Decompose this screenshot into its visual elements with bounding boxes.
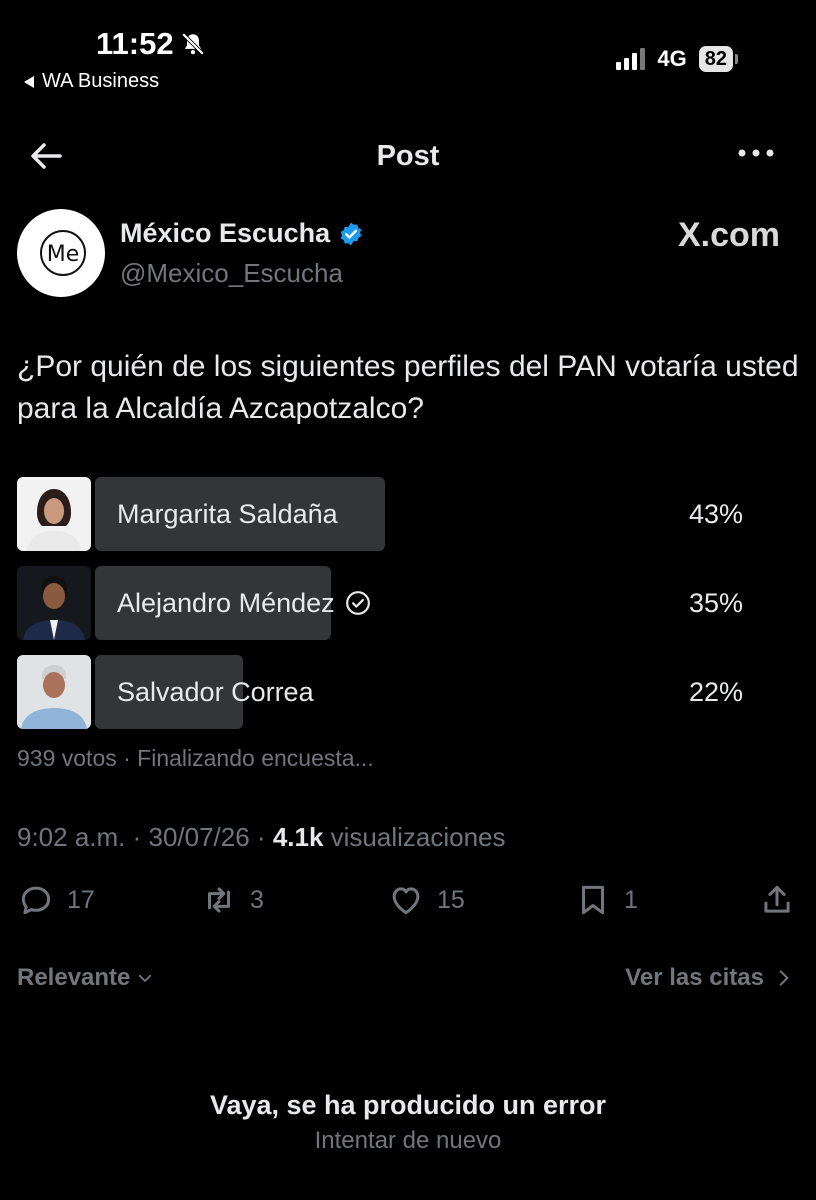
poll-option-percent: 22%	[688, 677, 743, 707]
reply-count: 17	[67, 885, 95, 914]
view-quotes-label: Ver las citas	[625, 964, 764, 991]
poll-option-label: Salvador Correa	[117, 677, 314, 707]
replies-sort-dropdown[interactable]: Relevante	[17, 964, 154, 992]
poll-option: Alejandro Méndez 35%	[17, 566, 747, 640]
back-to-app-link[interactable]: WA Business	[24, 70, 159, 93]
repost-count: 3	[250, 885, 264, 914]
repost-button[interactable]: 3	[200, 881, 264, 919]
poll-option-label: Margarita Saldaña	[117, 499, 338, 529]
author-handle[interactable]: @Mexico_Escucha	[120, 258, 343, 289]
back-app-label: WA Business	[42, 70, 160, 92]
share-icon	[764, 885, 790, 913]
avatar-logo-text: Me	[47, 242, 80, 267]
error-message: Vaya, se ha producido un error	[209, 1090, 607, 1120]
views-label: visualizaciones	[323, 822, 506, 852]
signal-icon	[616, 48, 646, 70]
poll-vote-count: 939 votos · Finalizando encuesta...	[17, 745, 374, 771]
bookmark-button[interactable]: 1	[574, 881, 638, 919]
bookmark-icon	[581, 885, 605, 915]
retry-button[interactable]: Intentar de nuevo	[0, 1127, 816, 1155]
chevron-right-icon	[779, 970, 789, 986]
repost-icon	[207, 887, 231, 913]
candidate-photo	[17, 477, 91, 551]
view-quotes-link[interactable]: Ver las citas	[625, 964, 792, 992]
status-indicators: 4G 82	[616, 46, 738, 72]
reply-icon	[21, 886, 51, 915]
battery-level: 82	[698, 46, 733, 72]
back-triangle-icon	[24, 75, 34, 88]
author-name-text: México Escucha	[120, 218, 331, 248]
share-button[interactable]	[758, 881, 796, 919]
battery-icon: 82	[698, 46, 738, 72]
verified-badge-icon	[340, 222, 362, 245]
bookmark-count: 1	[624, 885, 638, 914]
poll-option-area: Alejandro Méndez	[95, 566, 685, 640]
poll-option-area: Salvador Correa	[95, 655, 685, 729]
status-time: 11:52	[96, 26, 206, 62]
selected-check-icon	[345, 591, 370, 615]
like-button[interactable]: 15	[387, 881, 465, 919]
status-time-text: 11:52	[96, 26, 174, 61]
poll-option-area: Margarita Saldaña	[95, 477, 685, 551]
network-type: 4G	[657, 46, 687, 71]
poll-option: Salvador Correa 22%	[17, 655, 747, 729]
poll-option-label: Alejandro Méndez	[117, 566, 371, 640]
heart-icon	[392, 887, 420, 915]
like-count: 15	[437, 885, 465, 914]
candidate-photo	[17, 566, 91, 640]
page-title: Post	[376, 140, 440, 172]
bell-muted-icon	[181, 32, 204, 56]
candidate-photo	[17, 655, 91, 729]
post-time-date[interactable]: 9:02 a.m. · 30/07/26 ·	[17, 822, 273, 852]
chevron-down-icon	[139, 974, 152, 982]
more-options-icon[interactable]	[736, 143, 776, 163]
post-text: ¿Por quién de los siguientes perfiles de…	[17, 350, 799, 425]
poll-option: Margarita Saldaña 43%	[17, 477, 747, 551]
poll-option-percent: 43%	[688, 499, 743, 529]
sort-label: Relevante	[17, 964, 131, 991]
xcom-watermark: X.com	[677, 216, 780, 254]
avatar[interactable]: Me	[17, 209, 105, 297]
poll-option-percent: 35%	[688, 588, 743, 618]
reply-button[interactable]: 17	[17, 881, 95, 919]
author-name[interactable]: México Escucha	[120, 218, 364, 249]
post-timestamp: 9:02 a.m. · 30/07/26 · 4.1k visualizacio…	[17, 822, 506, 853]
views-count: 4.1k	[272, 822, 324, 852]
